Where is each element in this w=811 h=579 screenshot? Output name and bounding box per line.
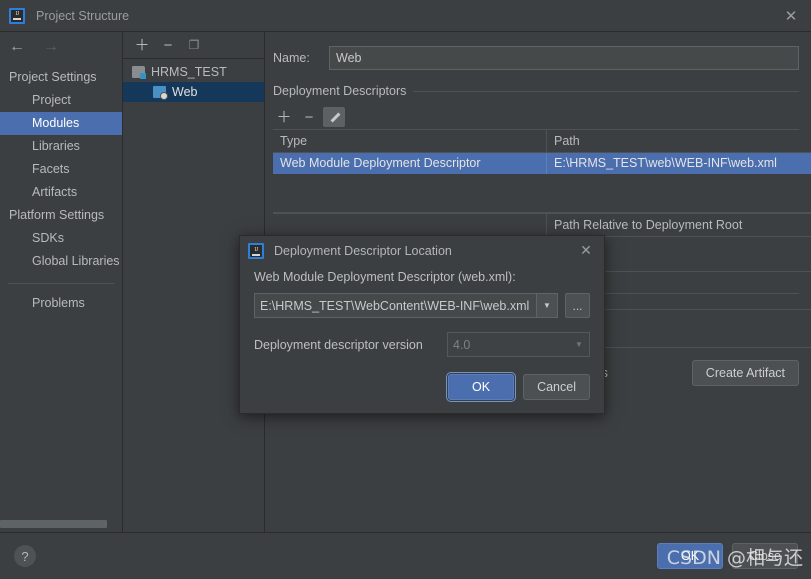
name-label: Name:	[273, 51, 310, 65]
dialog-title: Deployment Descriptor Location	[274, 244, 452, 258]
add-descriptor-button[interactable]: ＋	[273, 107, 295, 127]
intellij-logo-bar	[13, 18, 21, 20]
close-icon[interactable]: ✕	[781, 6, 801, 26]
descriptor-path-value[interactable]: E:\HRMS_TEST\WebContent\WEB-INF\web.xml	[255, 299, 536, 313]
sidebar-item-sdks[interactable]: SDKs	[0, 227, 122, 250]
table-row[interactable]: Web Module Deployment Descriptor E:\HRMS…	[273, 153, 811, 174]
forward-arrow-icon[interactable]: →	[43, 39, 59, 55]
sidebar-item-platform-settings: Platform Settings	[9, 208, 105, 222]
name-input[interactable]	[329, 46, 799, 70]
edit-descriptor-button[interactable]	[323, 107, 345, 127]
column-header-path-relative-to-deployment-root[interactable]: Path Relative to Deployment Root	[547, 214, 811, 236]
sidebar-nav-toolbar: ← →	[0, 32, 122, 62]
descriptor-path-row: E:\HRMS_TEST\WebContent\WEB-INF\web.xml …	[254, 293, 590, 318]
window-bottom-bar: ? OK Close	[0, 532, 811, 579]
dialog-ok-button[interactable]: OK	[446, 372, 517, 402]
table-empty-area	[273, 174, 811, 213]
sidebar-item-global-libraries[interactable]: Global Libraries	[0, 250, 122, 273]
intellij-logo-text: IJ	[15, 11, 19, 17]
tree-row[interactable]: Web	[123, 82, 264, 102]
project-structure-window: IJ Project Structure ✕ ← → Project Setti…	[0, 0, 811, 579]
tree-row[interactable]: HRMS_TEST	[123, 62, 264, 82]
dialog-actions: OK Cancel	[240, 372, 604, 413]
web-facet-icon	[153, 86, 168, 100]
chevron-down-icon[interactable]: ▼	[536, 294, 557, 317]
deployment-descriptors-label: Deployment Descriptors	[273, 84, 407, 98]
window-titlebar: IJ Project Structure ✕	[0, 0, 811, 32]
remove-module-button[interactable]: −	[157, 34, 179, 56]
folder-icon	[132, 66, 146, 79]
column-header-type[interactable]: Type	[273, 130, 547, 152]
window-title: Project Structure	[36, 8, 130, 23]
copy-module-button[interactable]: ❐	[183, 34, 205, 56]
column-header-path[interactable]: Path	[547, 130, 811, 152]
name-row: Name:	[265, 32, 811, 70]
dialog-cancel-button[interactable]: Cancel	[523, 374, 590, 400]
pencil-icon	[329, 112, 340, 123]
sidebar-item-libraries[interactable]: Libraries	[0, 135, 122, 158]
add-module-button[interactable]: ＋	[131, 34, 153, 56]
help-icon[interactable]: ?	[14, 545, 36, 567]
deployment-descriptors-toolbar: ＋ −	[273, 105, 799, 130]
descriptor-version-value: 4.0	[453, 337, 471, 352]
sidebar-item-artifacts[interactable]: Artifacts	[0, 181, 122, 204]
deployment-descriptors-section-header: Deployment Descriptors	[273, 84, 799, 98]
dialog-titlebar: IJ Deployment Descriptor Location ✕	[240, 236, 604, 266]
sidebar-divider	[8, 283, 114, 284]
cell-path: E:\HRMS_TEST\web\WEB-INF\web.xml	[554, 156, 777, 170]
sidebar-item-problems[interactable]: Problems	[0, 292, 122, 315]
sidebar-horizontal-scrollbar[interactable]	[0, 516, 121, 532]
intellij-logo-icon: IJ	[9, 7, 25, 24]
sidebar-item-facets[interactable]: Facets	[0, 158, 122, 181]
browse-button[interactable]: ...	[565, 293, 590, 318]
descriptor-version-row: Deployment descriptor version 4.0 ▼	[254, 332, 590, 357]
settings-sidebar: ← → Project Settings Project Modules Librar…	[0, 32, 123, 532]
intellij-logo-icon: IJ	[248, 243, 264, 259]
back-arrow-icon[interactable]: ←	[9, 39, 25, 55]
dialog-body: Web Module Deployment Descriptor (web.xm…	[240, 266, 604, 357]
sidebar-item-project[interactable]: Project	[0, 89, 122, 112]
sidebar-list: Project Settings Project Modules Libraries F…	[0, 62, 122, 273]
dialog-close-icon[interactable]: ✕	[577, 241, 595, 259]
descriptor-version-combobox[interactable]: 4.0 ▼	[447, 332, 590, 357]
descriptor-version-label: Deployment descriptor version	[254, 337, 423, 352]
intellij-logo-bar	[252, 253, 260, 256]
descriptor-path-combobox[interactable]: E:\HRMS_TEST\WebContent\WEB-INF\web.xml …	[254, 293, 558, 318]
create-artifact-button[interactable]: Create Artifact	[691, 360, 799, 386]
sidebar-item-modules[interactable]: Modules	[0, 112, 122, 135]
scrollbar-thumb[interactable]	[0, 520, 107, 528]
window-actions: OK Close	[657, 543, 798, 569]
remove-descriptor-button[interactable]: −	[298, 107, 320, 127]
close-button[interactable]: Close	[732, 543, 798, 569]
module-tree-toolbar: ＋ − ❐	[123, 32, 264, 59]
section-rule	[413, 90, 799, 92]
deployment-descriptors-table: Type Path Web Module Deployment Descript…	[273, 130, 811, 213]
chevron-down-icon: ▼	[575, 340, 583, 349]
intellij-logo-text: IJ	[254, 246, 258, 253]
sidebar-item-project-settings: Project Settings	[9, 70, 97, 84]
cell-type: Web Module Deployment Descriptor	[273, 153, 547, 174]
descriptor-path-label: Web Module Deployment Descriptor (web.xm…	[254, 270, 516, 284]
window-body: ← → Project Settings Project Modules Librar…	[0, 32, 811, 532]
column-header-web-resource-directory[interactable]	[273, 214, 547, 236]
tree-row-label: HRMS_TEST	[151, 65, 227, 79]
module-tree-rows: HRMS_TEST Web	[123, 59, 264, 102]
tree-row-label: Web	[172, 85, 198, 99]
table-header-row: Type Path	[273, 130, 811, 153]
web-resource-directories-header: Path Relative to Deployment Root	[273, 213, 811, 237]
deployment-descriptor-location-dialog: IJ Deployment Descriptor Location ✕ Web …	[239, 235, 605, 414]
ok-button[interactable]: OK	[657, 543, 723, 569]
